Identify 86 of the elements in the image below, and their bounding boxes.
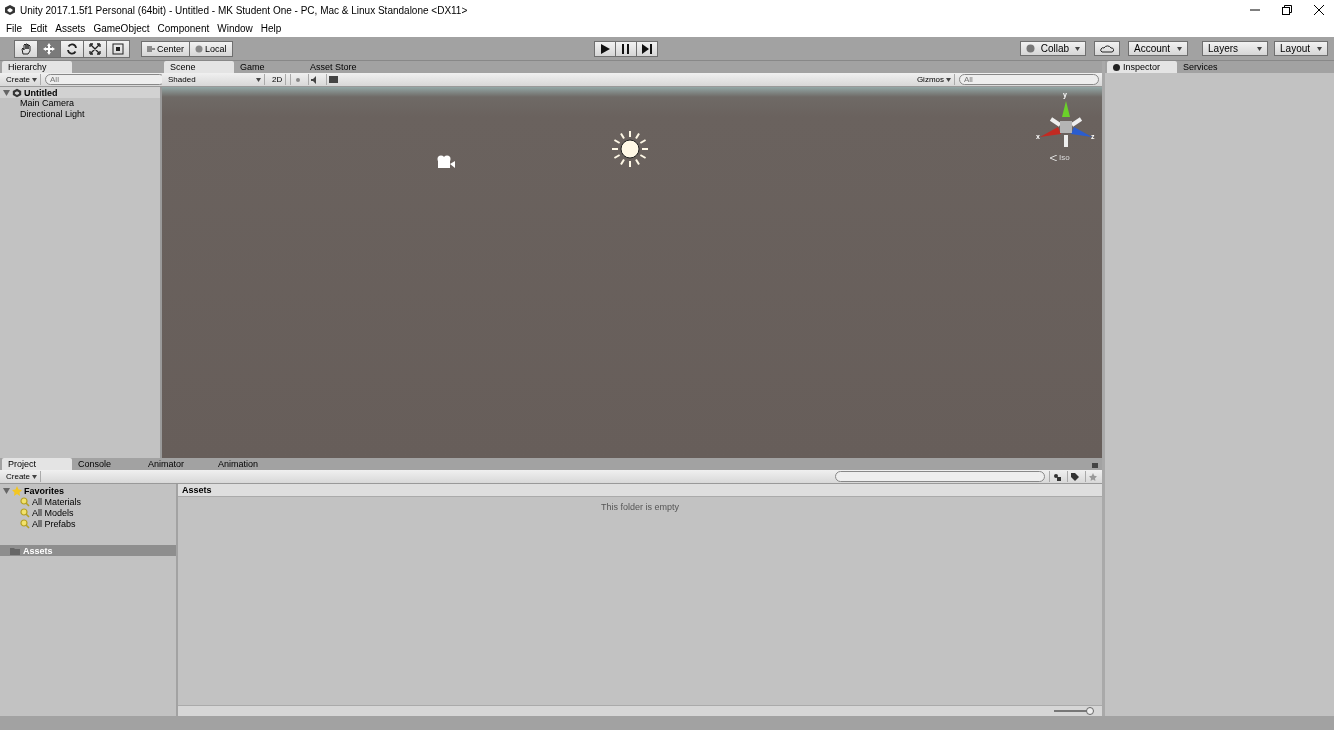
favorites-label[interactable]: Favorites [24, 485, 65, 496]
tool-button[interactable] [83, 39, 107, 58]
pivot-toggle[interactable]: Local [189, 40, 233, 57]
collab-dropdown[interactable]: Collab [1019, 41, 1086, 56]
panel-tab[interactable]: Animator [142, 458, 212, 470]
layout-dropdown[interactable]: Layout [1274, 41, 1328, 56]
scale-icon [89, 42, 101, 55]
favorite-item[interactable]: All Materials [32, 496, 81, 507]
menu-item[interactable]: GameObject [93, 23, 150, 34]
pause-icon [621, 43, 632, 54]
pivot-icon [147, 45, 155, 52]
pause-button[interactable] [615, 40, 638, 57]
caret-icon [946, 77, 951, 82]
caret-icon [1075, 46, 1080, 51]
shapes-icon [1052, 472, 1061, 481]
projection-label[interactable]: Iso [1059, 153, 1070, 162]
filter-label-button[interactable] [1067, 471, 1081, 482]
view-tab[interactable]: Asset Store [304, 61, 374, 73]
image-icon [329, 76, 339, 83]
effects-dropdown[interactable] [326, 74, 341, 85]
close-icon[interactable] [1314, 5, 1324, 15]
caret-icon [1177, 46, 1182, 51]
hierarchy-tab[interactable]: Hierarchy [2, 61, 72, 73]
panel-tab[interactable]: Console [72, 458, 142, 470]
favorite-item[interactable]: All Models [32, 507, 74, 518]
window-title: Unity 2017.1.5f1 Personal (64bit) - Untitled - MK Student One - PC, Mac & Linux Standalone <DX11> [20, 4, 469, 16]
folder-icon [10, 546, 20, 555]
menu-item[interactable]: Help [260, 23, 282, 34]
account-dropdown[interactable]: Account [1128, 41, 1188, 56]
tag-icon [1070, 472, 1079, 481]
tool-button[interactable] [60, 39, 84, 58]
expand-triangle-icon[interactable] [3, 89, 10, 96]
camera-icon [436, 155, 456, 169]
angle-icon [1050, 155, 1057, 161]
hand-icon [20, 42, 32, 55]
light-sun-icon [610, 129, 650, 169]
breadcrumb[interactable]: Assets [178, 484, 1102, 497]
caret-icon [32, 77, 37, 82]
tool-button[interactable] [14, 39, 38, 58]
shading-dropdown[interactable]: Shaded [165, 74, 265, 85]
rect-tool-icon [112, 42, 124, 55]
menu-item[interactable]: File [6, 23, 23, 34]
create-dropdown[interactable]: Create [3, 74, 41, 85]
step-button[interactable] [636, 40, 659, 57]
hierarchy-item[interactable]: Main Camera [0, 98, 160, 109]
favorite-item[interactable]: All Prefabs [32, 518, 76, 529]
search-icon [20, 518, 30, 529]
search-field[interactable]: All [959, 74, 1099, 85]
create-dropdown[interactable]: Create [3, 471, 41, 482]
inspector-tab[interactable]: Services [1177, 61, 1247, 73]
caret-icon [1317, 46, 1322, 51]
menu-item[interactable]: Edit [30, 23, 48, 34]
step-icon [642, 43, 653, 54]
layers-dropdown[interactable]: Layers [1202, 41, 1268, 56]
restore-icon[interactable] [1282, 5, 1292, 15]
cloud-icon [1100, 44, 1114, 53]
pivot-toggle[interactable]: Center [141, 40, 190, 57]
search-field[interactable]: All [45, 74, 165, 85]
view-tab[interactable]: Scene [164, 61, 234, 73]
slider-thumb[interactable] [1086, 707, 1094, 715]
rotate-icon [66, 42, 78, 55]
panel-tab[interactable]: Project [2, 458, 72, 470]
caret-icon [256, 77, 261, 82]
cloud-button[interactable] [1094, 41, 1120, 56]
menu-item[interactable]: Assets [55, 23, 86, 34]
gizmos-dropdown[interactable]: Gizmos [913, 74, 955, 85]
hierarchy-item[interactable]: Directional Light [0, 109, 160, 120]
move-arrows-icon [43, 42, 55, 55]
panel-tab[interactable]: Animation [212, 458, 282, 470]
search-field[interactable] [835, 471, 1045, 482]
menu-item[interactable]: Component [157, 23, 210, 34]
search-icon [20, 507, 30, 518]
tool-button[interactable] [106, 39, 130, 58]
empty-message: This folder is empty [601, 502, 679, 512]
filter-type-button[interactable] [1049, 471, 1063, 482]
search-icon [20, 496, 30, 507]
caret-icon [32, 474, 37, 479]
caret-icon [1257, 46, 1262, 51]
play-icon [600, 43, 611, 54]
play-button[interactable] [594, 40, 617, 57]
view-tab[interactable]: Game [234, 61, 304, 73]
star-icon [12, 485, 22, 496]
menu-item[interactable]: Window [217, 23, 253, 34]
inspector-tab[interactable]: Inspector [1107, 61, 1177, 73]
2d-toggle[interactable]: 2D [269, 74, 287, 85]
expand-triangle-icon[interactable] [3, 487, 10, 494]
